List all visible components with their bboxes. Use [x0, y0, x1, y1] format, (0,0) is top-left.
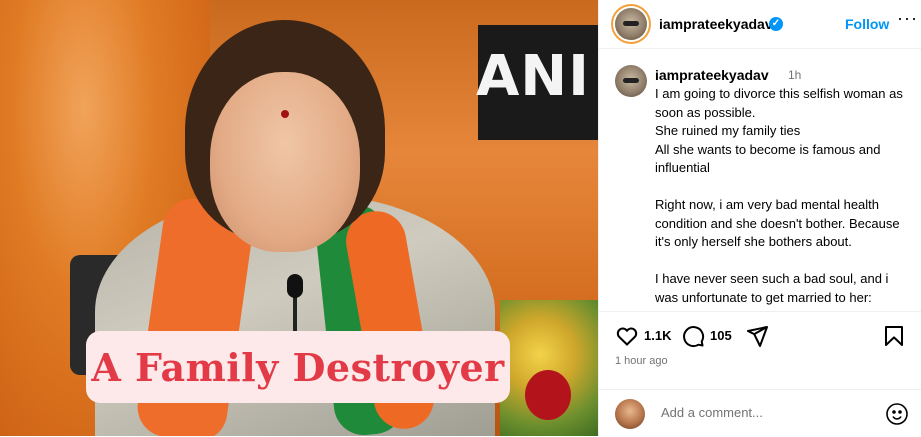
add-comment-bar [599, 389, 921, 437]
face [210, 72, 360, 252]
like-heart-icon[interactable] [615, 324, 639, 353]
rose [525, 370, 571, 420]
caption-avatar[interactable] [615, 65, 647, 97]
more-options-icon[interactable]: ··· [897, 8, 918, 29]
overlay-caption-text: A Family Destroyer [91, 344, 505, 390]
bindi [281, 110, 289, 118]
share-send-icon[interactable] [745, 324, 769, 353]
sunglasses [623, 20, 639, 26]
comments-count[interactable]: 105 [710, 328, 732, 343]
action-bar: 1.1K 105 [599, 311, 921, 360]
add-comment-input[interactable] [659, 404, 873, 421]
verified-badge-icon: ✓ [769, 17, 783, 31]
banner-text: ANI [475, 44, 590, 109]
post-sidebar: iamprateekyadav ✓ Follow ··· iamprateeky… [598, 0, 921, 436]
caption-section: iamprateekyadav 1h I am going to divorce… [599, 49, 921, 311]
microphone-icon [287, 274, 303, 298]
caption-username[interactable]: iamprateekyadav [655, 67, 769, 83]
current-user-avatar[interactable] [615, 399, 645, 429]
comment-bubble-icon[interactable] [681, 324, 705, 353]
likes-count[interactable]: 1.1K [644, 328, 671, 343]
emoji-icon[interactable] [885, 402, 909, 431]
post-image[interactable]: ANI A Family Destroyer [0, 0, 598, 436]
save-bookmark-icon[interactable] [882, 324, 906, 353]
author-username[interactable]: iamprateekyadav [659, 16, 773, 32]
follow-button[interactable]: Follow [845, 16, 889, 32]
sunglasses [623, 77, 639, 83]
overlay-caption: A Family Destroyer [86, 331, 510, 403]
posted-time[interactable]: 1 hour ago [615, 355, 668, 367]
author-avatar[interactable] [615, 8, 647, 40]
post-header: iamprateekyadav ✓ Follow ··· [599, 0, 921, 49]
caption-time[interactable]: 1h [788, 68, 801, 82]
instagram-post-view: ANI A Family Destroyer iamprateekyadav ✓… [0, 0, 921, 436]
caption-text: I am going to divorce this selfish woman… [655, 86, 903, 305]
